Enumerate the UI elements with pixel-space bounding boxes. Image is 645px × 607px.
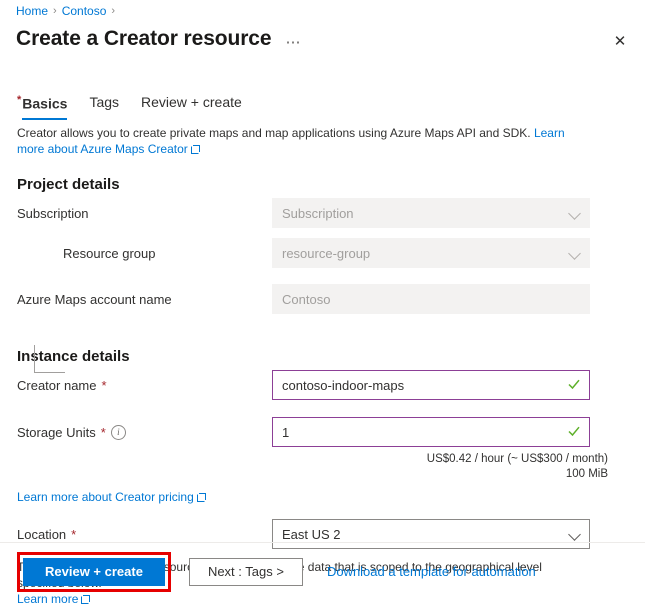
field-creator-name: Creator name *	[17, 369, 645, 401]
pricing-note: US$0.42 / hour (~ US$300 / month) 100 Mi…	[290, 452, 608, 482]
info-icon[interactable]: i	[111, 425, 126, 440]
intro-description: Creator allows you to create private map…	[17, 126, 534, 140]
azure-maps-account-name-input[interactable]	[272, 284, 590, 314]
creator-pricing-link[interactable]: Learn more about Creator pricing	[17, 490, 194, 504]
location-required-marker: *	[71, 527, 76, 542]
tab-tags[interactable]: Tags	[89, 94, 119, 118]
location-label: Location *	[17, 527, 272, 542]
azure-maps-account-name-control	[272, 284, 590, 314]
creator-name-label-text: Creator name	[17, 378, 96, 393]
azure-maps-account-name-label-text: Azure Maps account name	[17, 292, 172, 307]
subscription-control	[272, 198, 590, 228]
field-resource-group: Resource group	[17, 237, 645, 269]
creator-pricing-link-row: Learn more about Creator pricing	[17, 490, 645, 504]
tab-tags-label: Tags	[89, 94, 119, 110]
resource-group-label: Resource group	[17, 246, 272, 261]
price-storage: 100 MiB	[290, 467, 608, 482]
page-title: Create a Creator resource	[16, 27, 271, 51]
creator-pricing-link-label: Learn more about Creator pricing	[17, 490, 194, 504]
azure-maps-account-name-label: Azure Maps account name	[17, 292, 272, 307]
location-label-text: Location	[17, 527, 66, 542]
title-row: Create a Creator resource ⋯	[16, 27, 301, 51]
subscription-select[interactable]	[272, 198, 590, 228]
tab-review-create[interactable]: Review + create	[141, 94, 242, 118]
tab-basics-label: Basics	[22, 96, 67, 112]
review-create-button[interactable]: Review + create	[23, 558, 165, 586]
resource-group-label-text: Resource group	[63, 246, 156, 261]
download-template-link[interactable]: Download a template for automation	[327, 564, 536, 579]
creator-name-required-marker: *	[101, 378, 106, 393]
form-content: Creator allows you to create private map…	[0, 125, 645, 607]
tab-required-marker: *	[17, 94, 21, 106]
subscription-label-text: Subscription	[17, 206, 89, 221]
price-hourly: US$0.42 / hour (~ US$300 / month)	[290, 452, 608, 467]
breadcrumb: Home › Contoso ›	[16, 4, 115, 18]
breadcrumb-item-contoso[interactable]: Contoso	[62, 4, 107, 18]
breadcrumb-separator: ›	[111, 5, 115, 17]
more-options-icon[interactable]: ⋯	[285, 29, 301, 50]
tab-basics[interactable]: *Basics	[17, 94, 67, 120]
storage-units-control	[272, 417, 590, 447]
footer-actions: Review + create Next : Tags > Download a…	[0, 543, 645, 600]
external-link-icon	[197, 493, 206, 502]
instance-details-heading: Instance details	[17, 348, 645, 365]
storage-units-required-marker: *	[101, 425, 106, 440]
tab-list: *Basics Tags Review + create	[17, 94, 242, 120]
creator-name-label: Creator name *	[17, 378, 272, 393]
field-subscription: Subscription	[17, 197, 645, 229]
tab-review-create-label: Review + create	[141, 94, 242, 110]
next-tags-button[interactable]: Next : Tags >	[189, 558, 303, 586]
intro-text: Creator allows you to create private map…	[17, 125, 587, 157]
close-icon[interactable]: ✕	[609, 30, 631, 52]
creator-name-input[interactable]	[272, 370, 590, 400]
storage-units-input[interactable]	[272, 417, 590, 447]
creator-name-control	[272, 370, 590, 400]
field-storage-units: Storage Units * i	[17, 416, 645, 448]
project-details-heading: Project details	[17, 176, 645, 193]
storage-units-label-text: Storage Units	[17, 425, 96, 440]
breadcrumb-separator: ›	[53, 5, 57, 17]
subscription-label: Subscription	[17, 206, 272, 221]
external-link-icon	[191, 145, 200, 154]
breadcrumb-item-home[interactable]: Home	[16, 4, 48, 18]
review-create-highlight: Review + create	[17, 552, 171, 592]
field-azure-maps-account-name: Azure Maps account name	[17, 283, 645, 315]
storage-units-label: Storage Units * i	[17, 425, 272, 440]
resource-group-select[interactable]	[272, 238, 590, 268]
resource-group-control	[272, 238, 590, 268]
